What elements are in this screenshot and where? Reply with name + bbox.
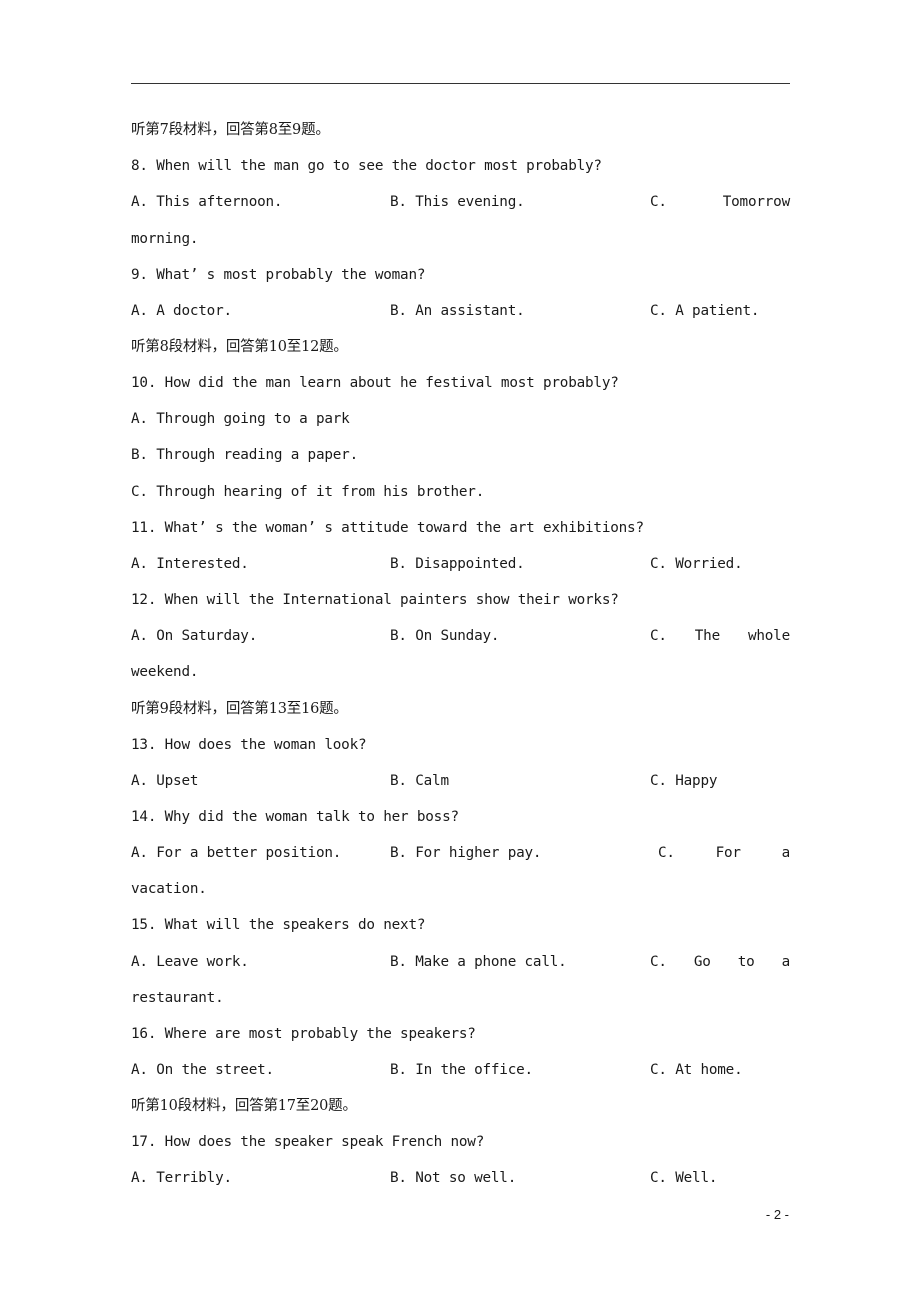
- option-c: C. The whole: [650, 628, 790, 644]
- section-header: 听第7段材料，回答第8至9题。: [131, 122, 330, 138]
- options-16: A. On the street. B. In the office. C. A…: [131, 1060, 790, 1080]
- option-c: C. Well.: [650, 1170, 718, 1186]
- option-a: A. On Saturday.: [131, 628, 258, 644]
- options-17: A. Terribly. B. Not so well. C. Well.: [131, 1168, 790, 1188]
- question-8: 8. When will the man go to see the docto…: [131, 158, 602, 174]
- options-11: A. Interested. B. Disappointed. C. Worri…: [131, 554, 790, 574]
- option-c: C. Go to a: [650, 954, 790, 970]
- option-c: C. Happy: [650, 773, 718, 789]
- option-b: B. For higher pay.: [390, 845, 542, 861]
- section-header: 听第8段材料，回答第10至12题。: [131, 339, 348, 355]
- options-15: A. Leave work. B. Make a phone call. C. …: [131, 952, 790, 972]
- option-a: A. This afternoon.: [131, 194, 283, 210]
- option-b: B. Not so well.: [390, 1170, 517, 1186]
- option-c: C. Through hearing of it from his brothe…: [131, 484, 485, 500]
- option-c: C. Tomorrow: [650, 194, 790, 210]
- option-b: B. Through reading a paper.: [131, 447, 359, 463]
- section-header: 听第9段材料，回答第13至16题。: [131, 701, 348, 717]
- question-14: 14. Why did the woman talk to her boss?: [131, 809, 459, 825]
- option-c-wrap: vacation.: [131, 881, 207, 897]
- option-b: B. Disappointed.: [390, 556, 525, 572]
- question-13: 13. How does the woman look?: [131, 737, 367, 753]
- option-c-wrap: weekend.: [131, 664, 199, 680]
- options-9: A. A doctor. B. An assistant. C. A patie…: [131, 301, 790, 321]
- options-12: A. On Saturday. B. On Sunday. C. The who…: [131, 626, 790, 646]
- question-11: 11. What’ s the woman’ s attitude toward…: [131, 520, 644, 536]
- option-c: C. Worried.: [650, 556, 743, 572]
- question-10: 10. How did the man learn about he festi…: [131, 375, 619, 391]
- question-17: 17. How does the speaker speak French no…: [131, 1134, 485, 1150]
- header-rule: [131, 83, 790, 84]
- option-c: C. For a: [658, 845, 790, 861]
- options-13: A. Upset B. Calm C. Happy: [131, 771, 790, 791]
- option-a: A. Leave work.: [131, 954, 249, 970]
- option-a: A. Terribly.: [131, 1170, 232, 1186]
- option-a: A. On the street.: [131, 1062, 274, 1078]
- option-c: C. At home.: [650, 1062, 743, 1078]
- option-b: B. This evening.: [390, 194, 525, 210]
- options-8: A. This afternoon. B. This evening. C. T…: [131, 192, 790, 212]
- option-c-wrap: restaurant.: [131, 990, 224, 1006]
- options-14: A. For a better position. B. For higher …: [131, 843, 790, 863]
- question-16: 16. Where are most probably the speakers…: [131, 1026, 476, 1042]
- option-a: A. Upset: [131, 773, 199, 789]
- section-header: 听第10段材料，回答第17至20题。: [131, 1098, 357, 1114]
- option-b: B. Calm: [390, 773, 449, 789]
- option-c: C. A patient.: [650, 303, 760, 319]
- question-15: 15. What will the speakers do next?: [131, 917, 426, 933]
- question-12: 12. When will the International painters…: [131, 592, 619, 608]
- page-number: - 2 -: [765, 1207, 789, 1222]
- option-a: A. Through going to a park: [131, 411, 350, 427]
- option-b: B. In the office.: [390, 1062, 533, 1078]
- option-b: B. Make a phone call.: [390, 954, 567, 970]
- option-a: A. Interested.: [131, 556, 249, 572]
- question-9: 9. What’ s most probably the woman?: [131, 267, 426, 283]
- option-c-wrap: morning.: [131, 231, 199, 247]
- option-b: B. An assistant.: [390, 303, 525, 319]
- option-a: A. A doctor.: [131, 303, 232, 319]
- option-a: A. For a better position.: [131, 845, 342, 861]
- option-b: B. On Sunday.: [390, 628, 500, 644]
